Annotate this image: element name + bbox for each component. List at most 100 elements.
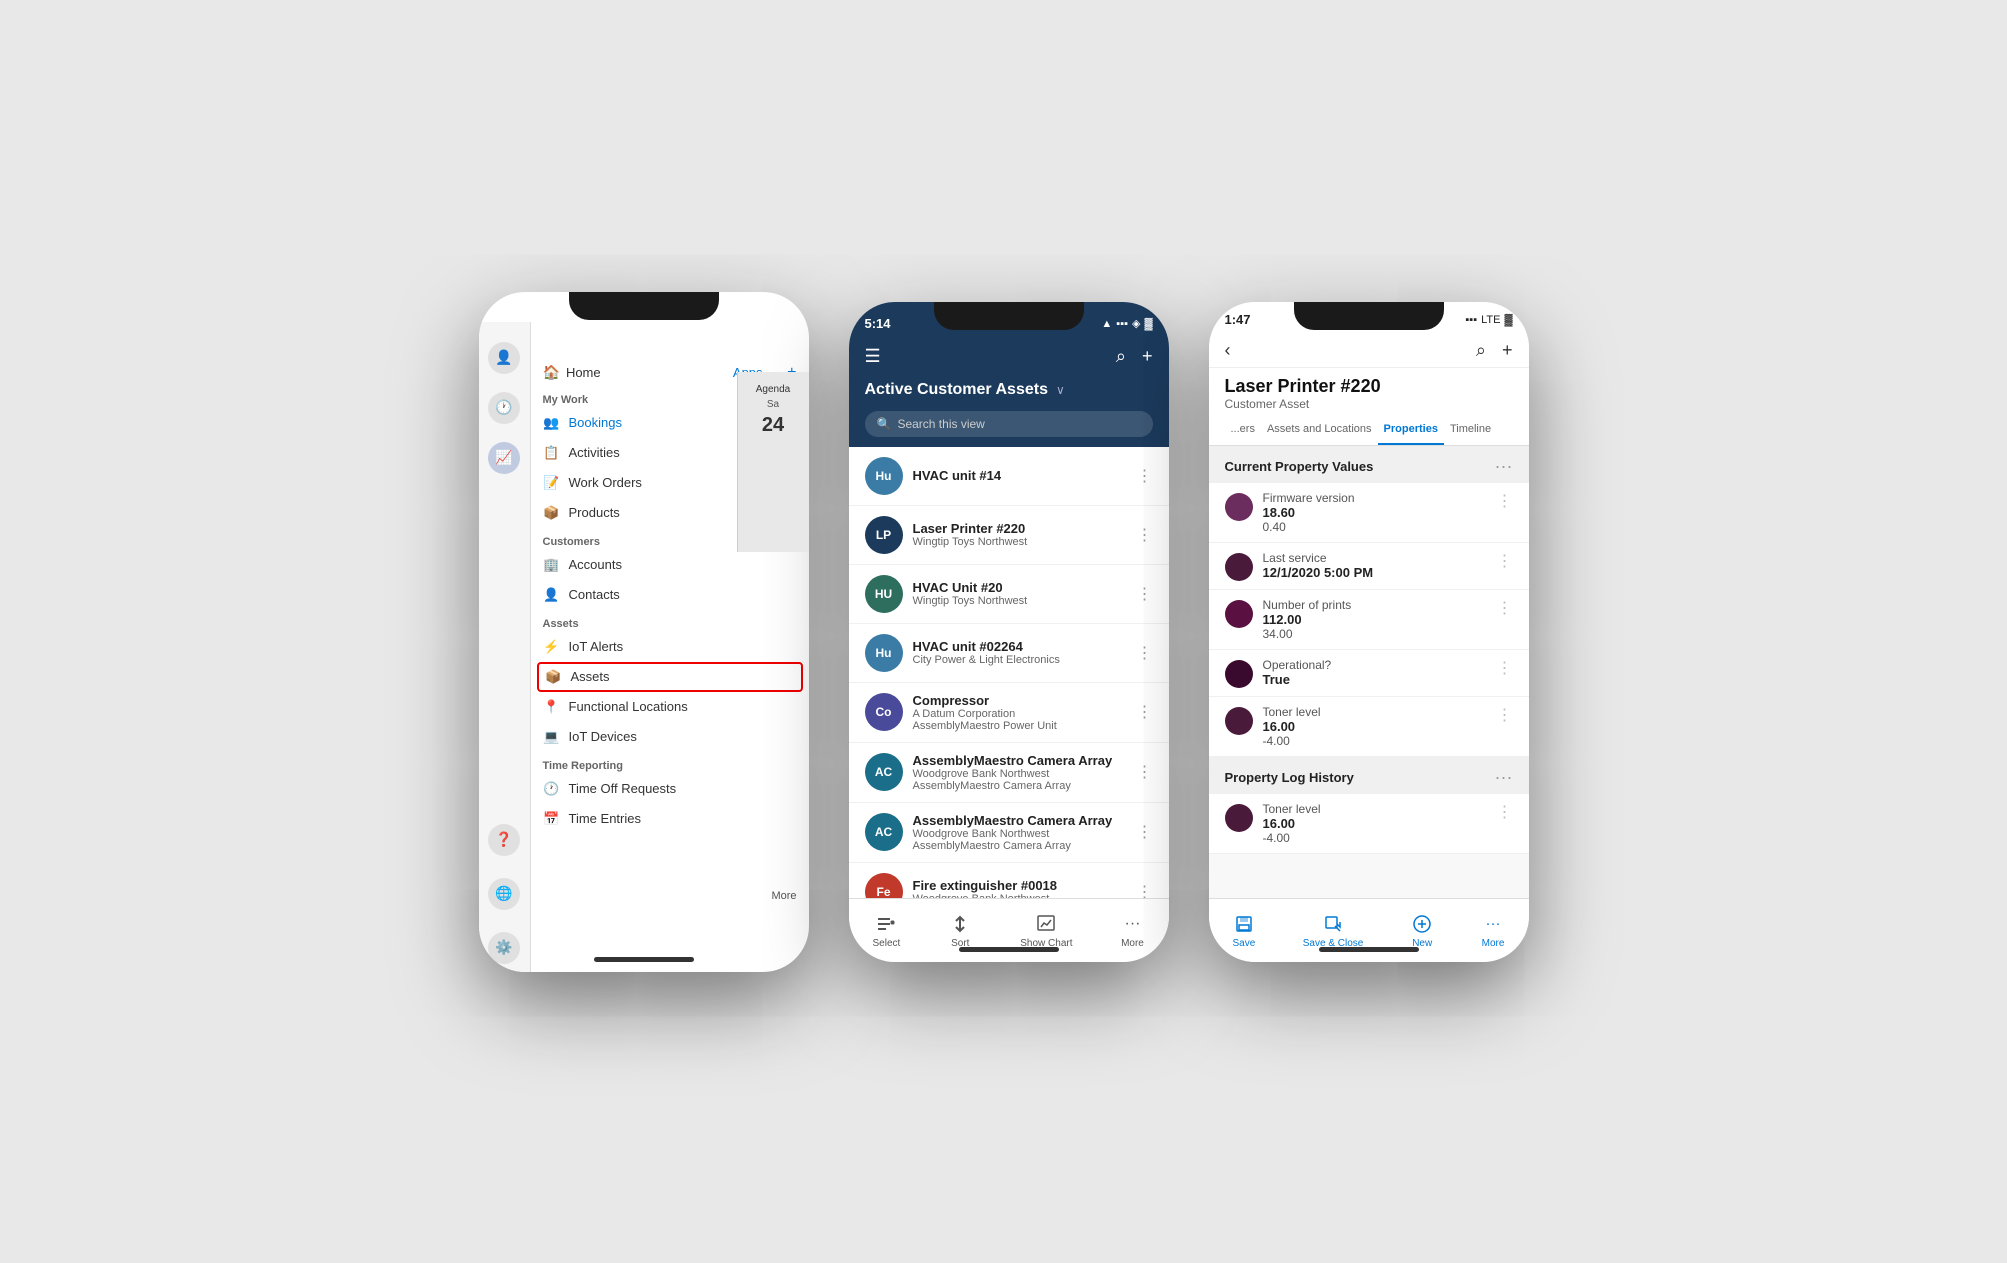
phone2-home-bar bbox=[959, 947, 1059, 952]
sidebar-profile-icon[interactable]: 👤 bbox=[488, 342, 520, 374]
select-button[interactable]: Select bbox=[872, 912, 900, 949]
item-more-icon[interactable]: ⋮ bbox=[1137, 643, 1153, 663]
sort-button[interactable]: Sort bbox=[948, 912, 972, 949]
p2-search-input[interactable]: 🔍 Search this view bbox=[865, 411, 1153, 437]
p3-add-icon[interactable]: + bbox=[1502, 340, 1513, 361]
products-icon: 📦 bbox=[543, 504, 561, 522]
toner-more-icon[interactable]: ⋮ bbox=[1497, 705, 1513, 725]
nav-item-assets[interactable]: 📦 Assets bbox=[537, 662, 803, 692]
iot-alerts-label: IoT Alerts bbox=[569, 639, 624, 654]
avatar: Hu bbox=[865, 634, 903, 672]
nav-item-iot-devices[interactable]: 💻 IoT Devices bbox=[531, 722, 809, 752]
item-subtitle2: AssemblyMaestro Power Unit bbox=[913, 720, 1127, 732]
property-num-prints[interactable]: Number of prints 112.00 34.00 ⋮ bbox=[1209, 590, 1529, 650]
sidebar-analytics-icon[interactable]: 📈 bbox=[488, 442, 520, 474]
p2-add-icon[interactable]: + bbox=[1142, 346, 1153, 367]
nav-item-functional-locations[interactable]: 📍 Functional Locations bbox=[531, 692, 809, 722]
list-item[interactable]: Co Compressor A Datum Corporation Assemb… bbox=[849, 683, 1169, 743]
more-button[interactable]: ··· More bbox=[1120, 912, 1144, 949]
nav-item-contacts[interactable]: 👤 Contacts bbox=[531, 580, 809, 610]
item-more-icon[interactable]: ⋮ bbox=[1137, 822, 1153, 842]
num-prints-more-icon[interactable]: ⋮ bbox=[1497, 598, 1513, 618]
property-operational[interactable]: Operational? True ⋮ bbox=[1209, 650, 1529, 697]
tab-properties[interactable]: Properties bbox=[1378, 415, 1444, 445]
item-more-icon[interactable]: ⋮ bbox=[1137, 762, 1153, 782]
save-close-button[interactable]: Save & Close bbox=[1303, 912, 1364, 949]
last-service-more-icon[interactable]: ⋮ bbox=[1497, 551, 1513, 571]
list-item[interactable]: Fe Fire extinguisher #0018 Woodgrove Ban… bbox=[849, 863, 1169, 898]
log-entry-toner[interactable]: Toner level 16.00 -4.00 ⋮ bbox=[1209, 794, 1529, 854]
property-toner[interactable]: Toner level 16.00 -4.00 ⋮ bbox=[1209, 697, 1529, 757]
p2-battery-icon: ▓ bbox=[1144, 318, 1152, 330]
phone-2-notch bbox=[934, 302, 1084, 330]
sidebar-recent-icon[interactable]: 🕐 bbox=[488, 392, 520, 424]
list-item[interactable]: Hu HVAC unit #14 ⋮ bbox=[849, 447, 1169, 506]
toner-dot bbox=[1225, 707, 1253, 735]
workorders-label: Work Orders bbox=[569, 475, 642, 490]
item-more-icon[interactable]: ⋮ bbox=[1137, 525, 1153, 545]
sort-icon bbox=[948, 912, 972, 936]
log-toner-value2: -4.00 bbox=[1263, 831, 1487, 845]
firmware-more-icon[interactable]: ⋮ bbox=[1497, 491, 1513, 511]
property-last-service[interactable]: Last service 12/1/2020 5:00 PM ⋮ bbox=[1209, 543, 1529, 590]
item-more-icon[interactable]: ⋮ bbox=[1137, 466, 1153, 486]
save-button[interactable]: Save bbox=[1232, 912, 1256, 949]
property-firmware[interactable]: Firmware version 18.60 0.40 ⋮ bbox=[1209, 483, 1529, 543]
nav-item-accounts[interactable]: 🏢 Accounts bbox=[531, 550, 809, 580]
p3-more-icon: ··· bbox=[1481, 912, 1505, 936]
p2-title: Active Customer Assets bbox=[865, 381, 1048, 399]
list-item[interactable]: AC AssemblyMaestro Camera Array Woodgrov… bbox=[849, 803, 1169, 863]
item-more-icon[interactable]: ⋮ bbox=[1137, 702, 1153, 722]
save-icon bbox=[1232, 912, 1256, 936]
contacts-icon: 👤 bbox=[543, 586, 561, 604]
p3-more-button[interactable]: ··· More bbox=[1481, 912, 1505, 949]
current-property-more-icon[interactable]: ··· bbox=[1495, 456, 1513, 477]
log-toner-more-icon[interactable]: ⋮ bbox=[1497, 802, 1513, 822]
item-title: AssemblyMaestro Camera Array bbox=[913, 753, 1127, 768]
phone-3: 1:47 ▪▪▪ LTE ▓ ‹ ⌕ + L bbox=[1209, 302, 1529, 962]
list-item[interactable]: LP Laser Printer #220 Wingtip Toys North… bbox=[849, 506, 1169, 565]
bookings-icon: 👥 bbox=[543, 414, 561, 432]
p3-search-icon[interactable]: ⌕ bbox=[1476, 340, 1486, 361]
agenda-overlay: Agenda Sa 24 bbox=[737, 372, 809, 552]
toner-value: 16.00 bbox=[1263, 719, 1487, 734]
more-overlay-label[interactable]: More bbox=[771, 890, 796, 902]
phone2-toolbar: Select Sort Show Chart bbox=[849, 898, 1169, 962]
p2-chevron[interactable]: ∨ bbox=[1056, 383, 1065, 397]
list-item[interactable]: Hu HVAC unit #02264 City Power & Light E… bbox=[849, 624, 1169, 683]
tab-timeline[interactable]: Timeline bbox=[1444, 415, 1497, 445]
accounts-icon: 🏢 bbox=[543, 556, 561, 574]
item-title: HVAC Unit #20 bbox=[913, 580, 1127, 595]
item-text: Laser Printer #220 Wingtip Toys Northwes… bbox=[913, 521, 1127, 548]
item-more-icon[interactable]: ⋮ bbox=[1137, 584, 1153, 604]
home-label[interactable]: Home bbox=[566, 365, 601, 380]
date-label: 24 bbox=[762, 414, 784, 437]
show-chart-button[interactable]: Show Chart bbox=[1020, 912, 1072, 949]
avatar: Fe bbox=[865, 873, 903, 898]
operational-text: Operational? True bbox=[1263, 658, 1487, 687]
list-item[interactable]: HU HVAC Unit #20 Wingtip Toys Northwest … bbox=[849, 565, 1169, 624]
nav-item-time-off[interactable]: 🕐 Time Off Requests bbox=[531, 774, 809, 804]
p3-lte-label: LTE bbox=[1481, 314, 1500, 326]
nav-item-iot-alerts[interactable]: ⚡ IoT Alerts bbox=[531, 632, 809, 662]
operational-dot bbox=[1225, 660, 1253, 688]
p2-wifi-icon: ◈ bbox=[1132, 317, 1140, 330]
log-history-more-icon[interactable]: ··· bbox=[1495, 767, 1513, 788]
sidebar-settings-icon[interactable]: ⚙️ bbox=[488, 932, 520, 964]
functional-locations-icon: 📍 bbox=[543, 698, 561, 716]
item-title: AssemblyMaestro Camera Array bbox=[913, 813, 1127, 828]
p2-search-icon[interactable]: ⌕ bbox=[1116, 346, 1126, 367]
tab-assets-locations[interactable]: Assets and Locations bbox=[1261, 415, 1378, 445]
item-more-icon[interactable]: ⋮ bbox=[1137, 882, 1153, 898]
tab-ers[interactable]: ...ers bbox=[1225, 415, 1261, 445]
sidebar-help-icon[interactable]: ❓ bbox=[488, 824, 520, 856]
p2-menu-icon[interactable]: ☰ bbox=[865, 346, 881, 367]
nav-item-time-entries[interactable]: 📅 Time Entries bbox=[531, 804, 809, 834]
new-button[interactable]: New bbox=[1410, 912, 1434, 949]
list-item[interactable]: AC AssemblyMaestro Camera Array Woodgrov… bbox=[849, 743, 1169, 803]
p2-signal-icon: ▪▪▪ bbox=[1116, 318, 1128, 330]
num-prints-dot bbox=[1225, 600, 1253, 628]
p3-back-icon[interactable]: ‹ bbox=[1225, 340, 1231, 361]
sidebar-globe-icon[interactable]: 🌐 bbox=[488, 878, 520, 910]
operational-more-icon[interactable]: ⋮ bbox=[1497, 658, 1513, 678]
